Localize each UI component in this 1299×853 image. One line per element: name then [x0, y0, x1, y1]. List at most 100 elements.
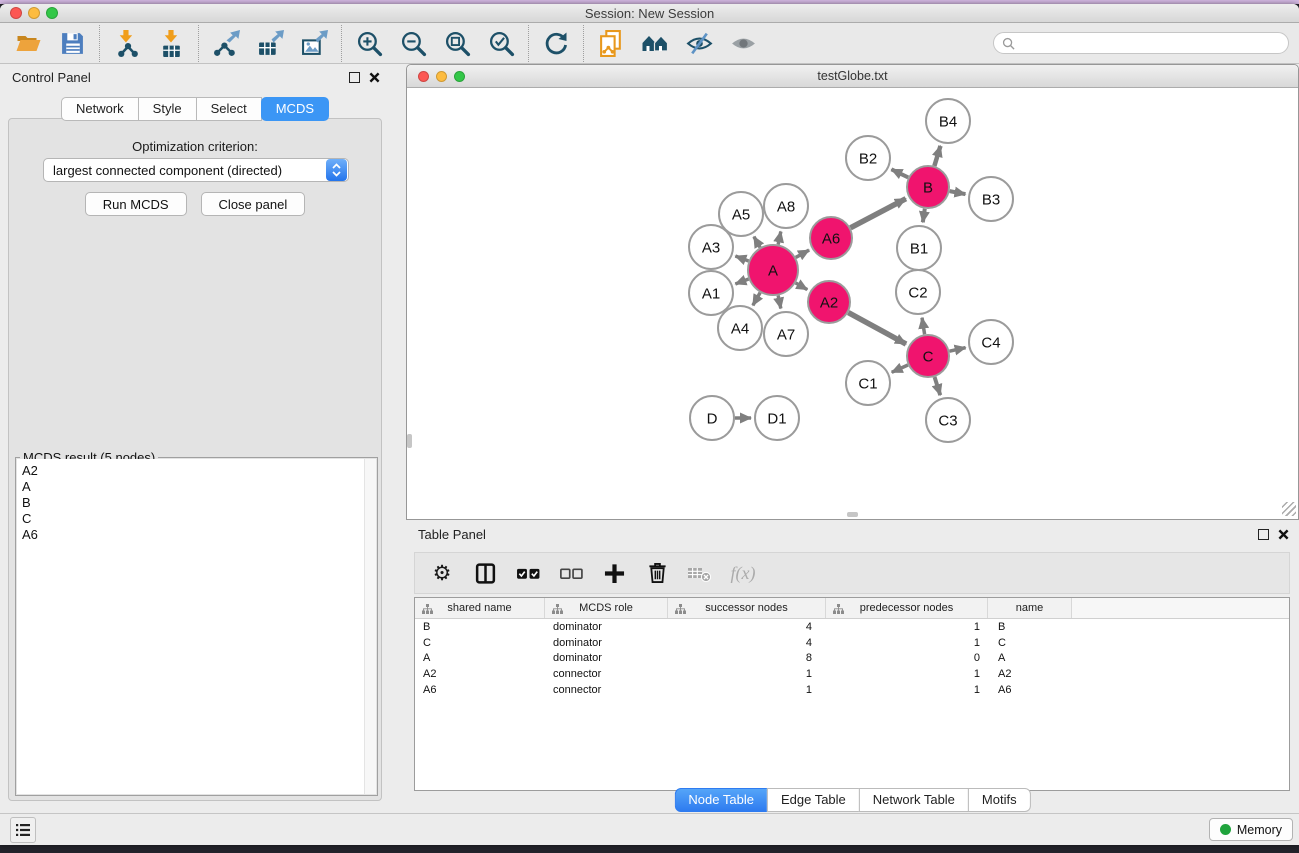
edge-A-A7[interactable] [778, 295, 781, 308]
tab-network-table[interactable]: Network Table [859, 788, 969, 812]
resize-grip-icon[interactable] [1282, 502, 1296, 516]
node-C2[interactable]: C2 [896, 270, 940, 314]
node-A3[interactable]: A3 [689, 225, 733, 269]
mcds-result-item[interactable]: A2 [22, 463, 376, 479]
table-settings-gear-icon[interactable]: ⚙ [429, 560, 455, 586]
node-B3[interactable]: B3 [969, 177, 1013, 221]
node-B[interactable]: B [907, 166, 949, 208]
node-C[interactable]: C [907, 335, 949, 377]
tab-edge-table[interactable]: Edge Table [767, 788, 860, 812]
table-row[interactable]: A6connector11A6 [415, 682, 1289, 698]
edge-B-B2[interactable] [891, 169, 908, 177]
vertical-scroll-thumb[interactable] [407, 434, 412, 448]
network-minimize-button[interactable] [436, 71, 447, 82]
edge-A-A5[interactable] [754, 237, 760, 248]
import-table-icon[interactable] [153, 26, 189, 60]
edge-A-A8[interactable] [778, 231, 781, 244]
edge-A-A6[interactable] [796, 250, 809, 257]
close-table-panel-icon[interactable] [1278, 529, 1289, 540]
tab-mcds[interactable]: MCDS [261, 97, 329, 121]
export-image-icon[interactable] [296, 26, 332, 60]
node-A4[interactable]: A4 [718, 306, 762, 350]
edge-C-C4[interactable] [949, 348, 965, 352]
table-row[interactable]: Adominator80A [415, 650, 1289, 666]
close-panel-button[interactable]: Close panel [201, 192, 306, 216]
select-all-icon[interactable] [515, 560, 541, 586]
node-C4[interactable]: C4 [969, 320, 1013, 364]
network-graph[interactable]: B4B2BB3A5A8A6A3B1AA1C2A2A4A7C4CC1C3DD1 [407, 88, 1298, 518]
node-B4[interactable]: B4 [926, 99, 970, 143]
column-header-shared-name[interactable]: shared name [415, 598, 545, 618]
zoom-out-icon[interactable] [395, 26, 431, 60]
hide-selected-icon[interactable] [681, 26, 717, 60]
network-canvas[interactable]: B4B2BB3A5A8A6A3B1AA1C2A2A4A7C4CC1C3DD1 [407, 88, 1298, 518]
tab-motifs[interactable]: Motifs [968, 788, 1031, 812]
export-table-icon[interactable] [252, 26, 288, 60]
node-C1[interactable]: C1 [846, 361, 890, 405]
node-D[interactable]: D [690, 396, 734, 440]
import-network-icon[interactable] [109, 26, 145, 60]
delete-table-icon[interactable] [687, 560, 713, 586]
close-window-button[interactable] [10, 7, 22, 19]
tab-network[interactable]: Network [61, 97, 139, 121]
edge-C-C2[interactable] [922, 318, 925, 335]
maximize-window-button[interactable] [46, 7, 58, 19]
node-A[interactable]: A [748, 245, 798, 295]
node-A7[interactable]: A7 [764, 312, 808, 356]
tab-node-table[interactable]: Node Table [674, 788, 768, 812]
node-A2[interactable]: A2 [808, 281, 850, 323]
node-B2[interactable]: B2 [846, 136, 890, 180]
edge-C-C3[interactable] [935, 377, 941, 395]
node-B1[interactable]: B1 [897, 226, 941, 270]
criterion-dropdown[interactable]: largest connected component (directed) [43, 158, 349, 182]
column-header-successor-nodes[interactable]: successor nodes [668, 598, 826, 618]
column-header-predecessor-nodes[interactable]: predecessor nodes [826, 598, 988, 618]
minimize-window-button[interactable] [28, 7, 40, 19]
delete-column-trash-icon[interactable] [644, 560, 670, 586]
edge-A-A4[interactable] [753, 293, 760, 306]
network-close-button[interactable] [418, 71, 429, 82]
mcds-result-item[interactable]: C [22, 511, 376, 527]
zoom-in-icon[interactable] [351, 26, 387, 60]
node-C3[interactable]: C3 [926, 398, 970, 442]
edge-A-A3[interactable] [735, 256, 748, 261]
mcds-result-item[interactable]: B [22, 495, 376, 511]
network-window-titlebar[interactable]: testGlobe.txt [407, 65, 1298, 88]
close-panel-icon[interactable] [369, 72, 380, 83]
save-session-icon[interactable] [54, 26, 90, 60]
node-D1[interactable]: D1 [755, 396, 799, 440]
edge-B-B4[interactable] [934, 146, 940, 166]
edge-C-C1[interactable] [892, 365, 908, 372]
window-titlebar[interactable]: Session: New Session [0, 4, 1299, 23]
zoom-fit-icon[interactable] [439, 26, 475, 60]
deselect-all-icon[interactable] [558, 560, 584, 586]
edge-A-A1[interactable] [735, 279, 748, 284]
tab-select[interactable]: Select [196, 97, 262, 121]
refresh-icon[interactable] [538, 26, 574, 60]
table-row[interactable]: A2connector11A2 [415, 666, 1289, 682]
float-table-panel-icon[interactable] [1258, 529, 1269, 540]
function-builder-icon[interactable]: f(x) [730, 560, 756, 586]
edge-B-B3[interactable] [950, 191, 966, 194]
show-all-icon[interactable] [725, 26, 761, 60]
edge-A-A2[interactable] [796, 283, 808, 290]
cybrowser-home-icon[interactable] [637, 26, 673, 60]
table-row[interactable]: Cdominator41C [415, 635, 1289, 651]
mcds-result-item[interactable]: A [22, 479, 376, 495]
mcds-result-item[interactable]: A6 [22, 527, 376, 543]
tab-style[interactable]: Style [138, 97, 197, 121]
horizontal-scroll-thumb[interactable] [847, 512, 858, 517]
column-chooser-icon[interactable] [472, 560, 498, 586]
task-history-button[interactable] [10, 817, 36, 843]
table-row[interactable]: Bdominator41B [415, 619, 1289, 635]
edge-B-B1[interactable] [923, 209, 925, 223]
result-scrollbar[interactable] [364, 459, 376, 794]
new-network-from-selection-icon[interactable] [593, 26, 629, 60]
memory-button[interactable]: Memory [1209, 818, 1293, 841]
add-column-icon[interactable] [601, 560, 627, 586]
column-header-MCDS-role[interactable]: MCDS role [545, 598, 668, 618]
column-header-name[interactable]: name [988, 598, 1072, 618]
search-field[interactable] [993, 32, 1289, 54]
edge-A2-C[interactable] [848, 313, 906, 344]
node-A1[interactable]: A1 [689, 271, 733, 315]
